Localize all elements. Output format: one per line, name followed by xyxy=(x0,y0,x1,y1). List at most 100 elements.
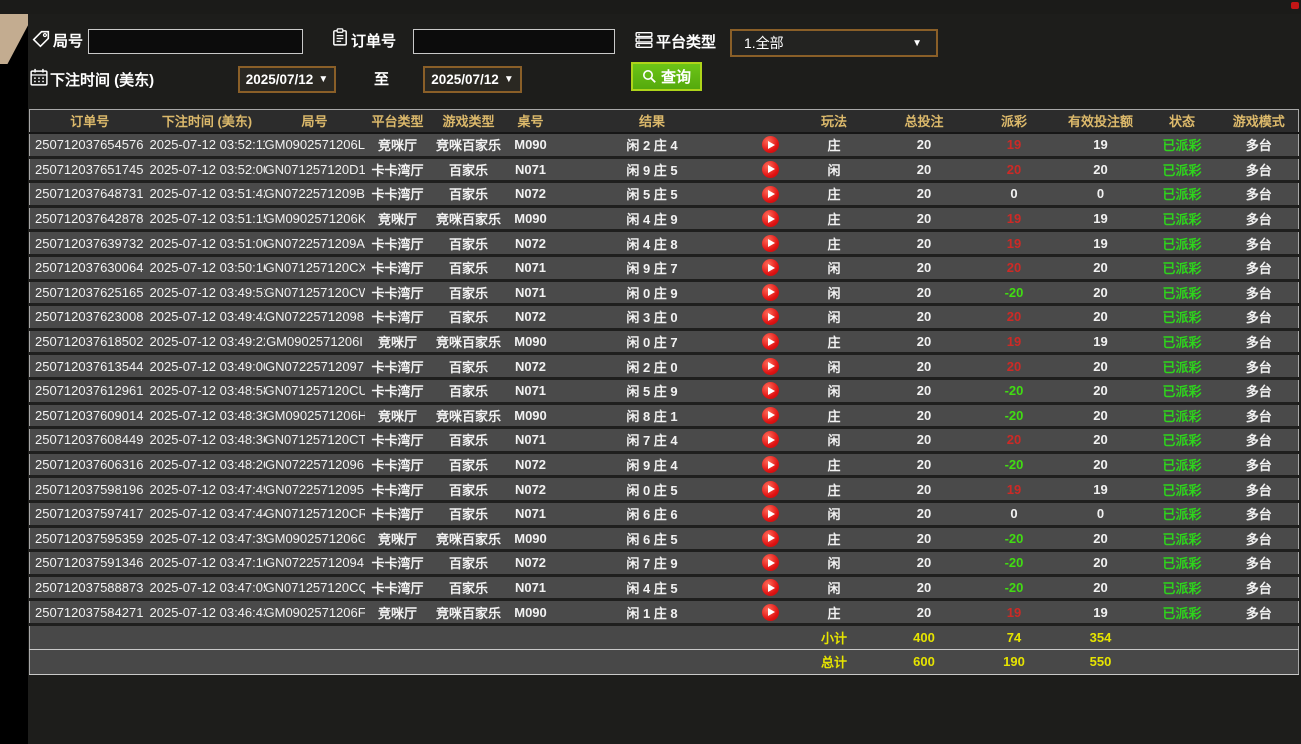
replay-play-button[interactable] xyxy=(762,554,779,572)
subtotal-payout: 74 xyxy=(971,623,1057,650)
cell-payout: 19 xyxy=(971,329,1057,356)
cell-platform-type: 卡卡湾厅 xyxy=(364,304,431,331)
cell-result: 闲 0 庄 7 xyxy=(554,329,750,356)
cell-total-bet: 20 xyxy=(876,132,972,159)
replay-play-button[interactable] xyxy=(762,480,779,498)
replay-play-button[interactable] xyxy=(762,603,779,621)
cell-game-mode: 多台 xyxy=(1219,403,1299,430)
cell-round-no: GN071257120D1 xyxy=(264,157,365,184)
cell-payout: -20 xyxy=(971,526,1057,553)
replay-play-button[interactable] xyxy=(762,382,779,400)
cell-result: 闲 4 庄 5 xyxy=(554,575,750,602)
order-no-input[interactable] xyxy=(413,29,615,54)
replay-play-button[interactable] xyxy=(762,529,779,547)
table-row[interactable]: 250712037654576 2025-07-12 03:52:11 GM09… xyxy=(29,132,1299,159)
platform-type-select[interactable]: 1.全部 ▼ xyxy=(730,29,938,57)
cell-round-no: GN07225712095 xyxy=(264,476,365,503)
table-row[interactable]: 250712037609014 2025-07-12 03:48:38 GM09… xyxy=(29,403,1299,430)
cell-result: 闲 9 庄 5 xyxy=(554,157,750,184)
replay-play-button[interactable] xyxy=(762,234,779,252)
table-row[interactable]: 250712037612961 2025-07-12 03:48:58 GN07… xyxy=(29,378,1299,405)
cell-game-mode: 多台 xyxy=(1219,476,1299,503)
table-row[interactable]: 250712037595359 2025-07-12 03:47:35 GM09… xyxy=(29,526,1299,553)
cell-result: 闲 9 庄 7 xyxy=(554,255,750,282)
cell-play-type: 闲 xyxy=(791,550,877,577)
play-icon xyxy=(768,214,775,223)
cell-order-no: 250712037625165 xyxy=(29,280,150,307)
date-to-picker[interactable]: 2025/07/12 ▼ xyxy=(423,66,522,93)
cell-status: 已派彩 xyxy=(1144,280,1220,307)
replay-play-button[interactable] xyxy=(762,185,779,203)
table-row[interactable]: 250712037608449 2025-07-12 03:48:36 GN07… xyxy=(29,427,1299,454)
replay-play-button[interactable] xyxy=(762,431,779,449)
cell-game-type: 百家乐 xyxy=(430,255,507,282)
table-row[interactable]: 250712037598196 2025-07-12 03:47:49 GN07… xyxy=(29,476,1299,503)
play-icon xyxy=(768,435,775,444)
replay-play-button[interactable] xyxy=(762,406,779,424)
replay-play-button[interactable] xyxy=(762,283,779,301)
round-no-input[interactable] xyxy=(88,29,303,54)
cell-status: 已派彩 xyxy=(1144,206,1220,233)
table-row[interactable]: 250712037591346 2025-07-12 03:47:16 GN07… xyxy=(29,550,1299,577)
date-from-picker[interactable]: 2025/07/12 ▼ xyxy=(238,66,336,93)
cell-valid-bet: 20 xyxy=(1056,575,1145,602)
replay-play-button[interactable] xyxy=(762,505,779,523)
table-row[interactable]: 250712037584271 2025-07-12 03:46:43 GM09… xyxy=(29,599,1299,626)
replay-play-button[interactable] xyxy=(762,259,779,277)
table-row[interactable]: 250712037618502 2025-07-12 03:49:22 GM09… xyxy=(29,329,1299,356)
subtotal-row: 小计 400 74 354 xyxy=(29,623,1299,650)
cell-status: 已派彩 xyxy=(1144,353,1220,380)
play-icon xyxy=(768,362,775,371)
table-row[interactable]: 250712037651745 2025-07-12 03:52:00 GN07… xyxy=(29,157,1299,184)
play-icon xyxy=(768,165,775,174)
table-row[interactable]: 250712037639732 2025-07-12 03:51:00 GN07… xyxy=(29,230,1299,257)
cell-game-mode: 多台 xyxy=(1219,280,1299,307)
table-row[interactable]: 250712037588873 2025-07-12 03:47:05 GN07… xyxy=(29,575,1299,602)
cell-valid-bet: 20 xyxy=(1056,378,1145,405)
table-row[interactable]: 250712037630064 2025-07-12 03:50:16 GN07… xyxy=(29,255,1299,282)
table-row[interactable]: 250712037623008 2025-07-12 03:49:42 GN07… xyxy=(29,304,1299,331)
cell-total-bet: 20 xyxy=(876,181,972,208)
cell-order-no: 250712037651745 xyxy=(29,157,150,184)
table-row[interactable]: 250712037597417 2025-07-12 03:47:44 GN07… xyxy=(29,501,1299,528)
cell-total-bet: 20 xyxy=(876,476,972,503)
cell-game-mode: 多台 xyxy=(1219,304,1299,331)
table-row[interactable]: 250712037606316 2025-07-12 03:48:26 GN07… xyxy=(29,452,1299,479)
cell-payout: -20 xyxy=(971,550,1057,577)
replay-play-button[interactable] xyxy=(762,136,779,154)
replay-play-button[interactable] xyxy=(762,456,779,474)
cell-table-no: N071 xyxy=(506,501,555,528)
replay-play-button[interactable] xyxy=(762,333,779,351)
cell-status: 已派彩 xyxy=(1144,501,1220,528)
header-result: 结果 xyxy=(554,109,750,134)
cell-replay xyxy=(749,280,792,307)
cell-platform-type: 卡卡湾厅 xyxy=(364,255,431,282)
replay-play-button[interactable] xyxy=(762,579,779,597)
cell-platform-type: 竞咪厅 xyxy=(364,403,431,430)
cell-game-mode: 多台 xyxy=(1219,181,1299,208)
cell-game-type: 百家乐 xyxy=(430,427,507,454)
cell-bet-time: 2025-07-12 03:47:16 xyxy=(149,550,265,577)
replay-play-button[interactable] xyxy=(762,160,779,178)
cell-game-mode: 多台 xyxy=(1219,526,1299,553)
cell-replay xyxy=(749,501,792,528)
cell-bet-time: 2025-07-12 03:50:16 xyxy=(149,255,265,282)
cell-payout: 0 xyxy=(971,181,1057,208)
query-button[interactable]: 查询 xyxy=(631,62,703,91)
cell-game-mode: 多台 xyxy=(1219,353,1299,380)
table-row[interactable]: 250712037613544 2025-07-12 03:49:00 GN07… xyxy=(29,353,1299,380)
table-row[interactable]: 250712037625165 2025-07-12 03:49:51 GN07… xyxy=(29,280,1299,307)
cell-order-no: 250712037648731 xyxy=(29,181,150,208)
table-row[interactable]: 250712037648731 2025-07-12 03:51:42 GN07… xyxy=(29,181,1299,208)
cell-status: 已派彩 xyxy=(1144,378,1220,405)
clipboard-icon xyxy=(331,28,349,46)
table-row[interactable]: 250712037642878 2025-07-12 03:51:15 GM09… xyxy=(29,206,1299,233)
cell-round-no: GN071257120CT xyxy=(264,427,365,454)
cell-status: 已派彩 xyxy=(1144,452,1220,479)
replay-play-button[interactable] xyxy=(762,210,779,228)
replay-play-button[interactable] xyxy=(762,357,779,375)
cell-round-no: GM0902571206L xyxy=(264,132,365,159)
cell-payout: 19 xyxy=(971,132,1057,159)
cell-status: 已派彩 xyxy=(1144,157,1220,184)
replay-play-button[interactable] xyxy=(762,308,779,326)
